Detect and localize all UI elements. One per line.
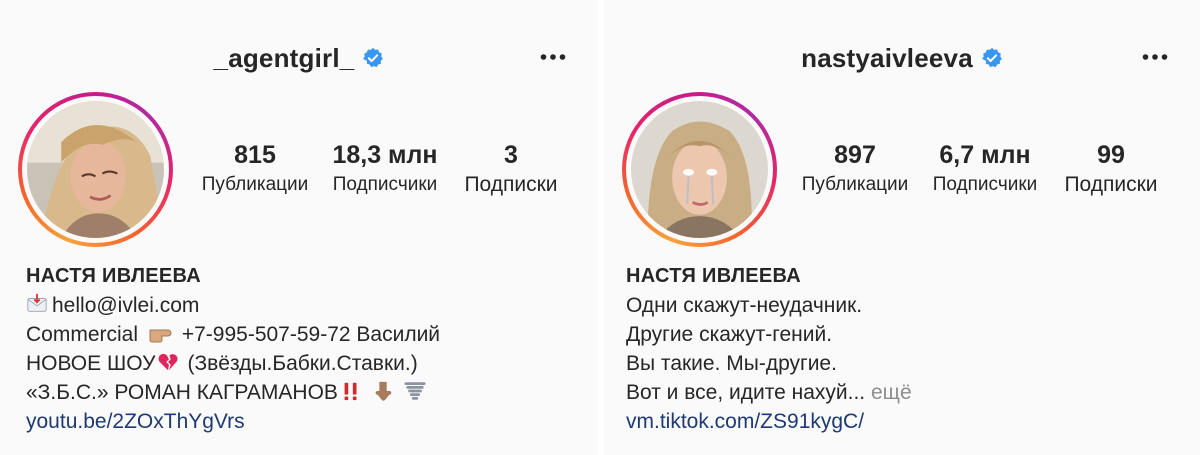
username[interactable]: nastyaivleeva (801, 43, 973, 74)
verified-badge-icon (363, 47, 384, 68)
more-options-button[interactable] (1140, 42, 1170, 72)
profile-panel-right: nastyaivleeva 897 Публикации 6,7 млн Под… (604, 0, 1200, 455)
stats-row: 897 Публикации 6,7 млн Подписчики 99 Под… (796, 140, 1166, 198)
broken-heart-icon (158, 353, 178, 371)
pointing-down-icon (375, 381, 392, 401)
envelope-icon (27, 293, 47, 312)
following-label: Подписки (464, 173, 558, 196)
stats-row: 815 Публикации 18,3 млн Подписчики 3 Под… (196, 140, 566, 198)
bio-more-link[interactable]: ещё (871, 381, 912, 404)
more-dots-icon (1142, 54, 1168, 60)
tornado-icon (404, 382, 426, 400)
bio-email-line: hello@ivlei.com (26, 291, 440, 320)
followers-label: Подписчики (932, 174, 1038, 195)
username[interactable]: _agentgirl_ (214, 43, 355, 74)
posts-count: 897 (834, 141, 876, 169)
verified-badge-icon (981, 47, 1002, 68)
bio-commercial-label: Commercial (26, 323, 139, 346)
bio-commercial-line: Commercial +7-995-507-59-72 Василий (26, 320, 440, 349)
username-row: _agentgirl_ (0, 40, 598, 76)
followers-count: 6,7 млн (939, 141, 1031, 169)
bio-show-title: НОВОЕ ШОУ (26, 352, 156, 375)
bio: НАСТЯ ИВЛЕЕВА Одни скажут-неудачник. Дру… (626, 262, 912, 436)
bio-link[interactable]: youtu.be/2ZOxThYgVrs (26, 407, 440, 436)
bio: НАСТЯ ИВЛЕЕВА hello@ivlei.com Commercial… (26, 262, 440, 436)
bio-line-1: Одни скажут-неудачник. (626, 294, 863, 317)
bio-line-4: Вот и все, идите нахуй... ещё (626, 378, 912, 407)
following-label: Подписки (1064, 173, 1158, 196)
bio-show2-line: «З.Б.С.» РОМАН КАГРАМАНОВ (26, 378, 440, 407)
bio-line-2: Другие скажут-гений. (626, 323, 833, 346)
double-exclamation-icon (344, 382, 357, 401)
avatar (631, 101, 768, 238)
more-options-button[interactable] (538, 42, 568, 72)
avatar-story-ring[interactable] (622, 92, 777, 247)
username-row: nastyaivleeva (604, 40, 1200, 76)
posts-label: Публикации (201, 174, 309, 195)
bio-link[interactable]: vm.tiktok.com/ZS91kygC/ (626, 407, 912, 436)
display-name: НАСТЯ ИВЛЕЕВА (626, 265, 802, 287)
avatar (27, 101, 164, 238)
following-count: 3 (504, 141, 518, 169)
bio-commercial-phone[interactable]: +7-995-507-59-72 Василий (182, 323, 440, 346)
bio-show-subtitle: (Звёзды.Бабки.Ставки.) (187, 352, 418, 375)
following-count: 99 (1097, 141, 1125, 169)
bio-show2: «З.Б.С.» РОМАН КАГРАМАНОВ (26, 381, 338, 404)
stat-posts[interactable]: 897 Публикации (796, 140, 914, 198)
bio-line-3: Вы такие. Мы-другие. (626, 352, 837, 375)
bio-show-line: НОВОЕ ШОУ (Звёзды.Бабки.Ставки.) (26, 349, 440, 378)
stat-followers[interactable]: 6,7 млн Подписчики (926, 140, 1044, 198)
display-name: НАСТЯ ИВЛЕЕВА (26, 265, 202, 287)
stat-following[interactable]: 99 Подписки (1056, 140, 1166, 198)
posts-count: 815 (234, 141, 276, 169)
more-dots-icon (540, 54, 566, 60)
bio-line-4-text: Вот и все, идите нахуй... (626, 381, 866, 404)
stat-following[interactable]: 3 Подписки (456, 140, 566, 198)
posts-label: Публикации (801, 174, 909, 195)
stat-followers[interactable]: 18,3 млн Подписчики (326, 140, 444, 198)
followers-label: Подписчики (332, 174, 438, 195)
followers-count: 18,3 млн (332, 141, 438, 169)
avatar-story-ring[interactable] (18, 92, 173, 247)
profile-panel-left: _agentgirl_ 815 Публикации 18,3 млн Подп… (0, 0, 598, 455)
pointing-right-icon (149, 329, 172, 343)
stat-posts[interactable]: 815 Публикации (196, 140, 314, 198)
bio-email[interactable]: hello@ivlei.com (52, 294, 199, 317)
